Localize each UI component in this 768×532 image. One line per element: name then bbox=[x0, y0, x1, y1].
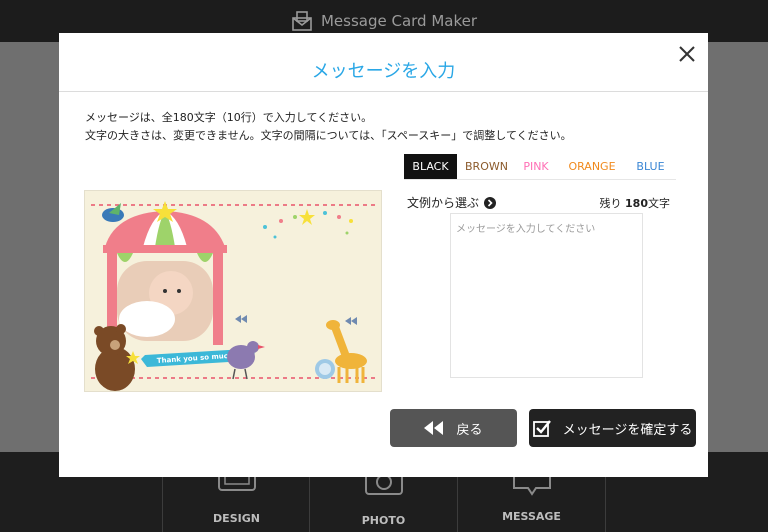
remaining-suffix: 文字 bbox=[648, 197, 670, 210]
double-chevron-left-icon bbox=[424, 421, 444, 435]
sample-text-label: 文例から選ぶ bbox=[407, 196, 480, 210]
card-illustration: Thank you so much bbox=[91, 201, 377, 391]
title-divider bbox=[59, 91, 708, 92]
color-tab-orange[interactable]: ORANGE bbox=[559, 154, 625, 179]
sample-text-link[interactable]: 文例から選ぶ bbox=[407, 194, 497, 211]
message-input[interactable] bbox=[450, 213, 643, 378]
remaining-number: 180 bbox=[625, 197, 648, 210]
app-title: Message Card Maker bbox=[320, 12, 478, 30]
instruction-line-2: 文字の大きさは、変更できません。文字の間隔については、「スペースキー」で調整して… bbox=[85, 129, 572, 142]
color-tab-blue[interactable]: BLUE bbox=[625, 154, 676, 179]
color-tabs: BLACK BROWN PINK ORANGE BLUE bbox=[404, 154, 676, 180]
confirm-button-label: メッセージを確定する bbox=[562, 422, 693, 438]
tab-design-label: DESIGN bbox=[213, 512, 260, 525]
close-icon[interactable] bbox=[676, 43, 698, 65]
card-preview: Thank you so much bbox=[84, 190, 382, 392]
message-modal: メッセージを入力 メッセージは、全180文字（10行）で入力してください。 文字… bbox=[59, 33, 708, 477]
color-tab-pink[interactable]: PINK bbox=[513, 154, 559, 179]
modal-title: メッセージを入力 bbox=[311, 61, 456, 82]
back-button[interactable]: 戻る bbox=[390, 409, 517, 447]
remaining-count: 残り 180文字 bbox=[600, 195, 670, 211]
back-button-label: 戻る bbox=[456, 422, 483, 438]
mail-icon bbox=[292, 11, 312, 31]
confirm-message-button[interactable]: メッセージを確定する bbox=[529, 409, 696, 447]
color-tab-black[interactable]: BLACK bbox=[404, 154, 457, 179]
checkbox-check-icon bbox=[532, 420, 551, 437]
tab-photo-label: PHOTO bbox=[361, 514, 406, 527]
arrow-circle-right-icon bbox=[484, 196, 497, 209]
instruction-line-1: メッセージは、全180文字（10行）で入力してください。 bbox=[85, 111, 373, 124]
color-tab-brown[interactable]: BROWN bbox=[457, 154, 513, 179]
remaining-prefix: 残り bbox=[599, 197, 622, 210]
tab-message-label: MESSAGE bbox=[502, 510, 561, 523]
